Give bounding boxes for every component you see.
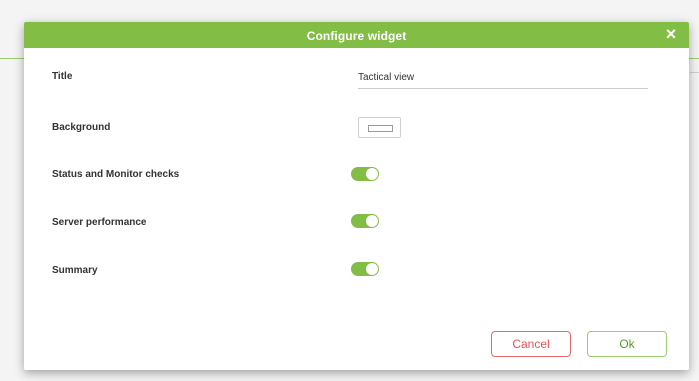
status-monitor-checks-toggle[interactable]	[351, 167, 379, 181]
toggle-knob	[366, 263, 378, 275]
cancel-button[interactable]: Cancel	[491, 331, 571, 357]
status-monitor-checks-label: Status and Monitor checks	[52, 169, 180, 180]
server-performance-toggle[interactable]	[351, 214, 379, 228]
background-label: Background	[52, 122, 111, 133]
summary-toggle[interactable]	[351, 262, 379, 276]
title-input[interactable]	[358, 66, 648, 89]
ok-button[interactable]: Ok	[587, 331, 667, 357]
background-color-swatch	[368, 125, 393, 132]
toggle-knob	[366, 168, 378, 180]
title-label: Title	[52, 71, 73, 82]
toggle-knob	[366, 215, 378, 227]
close-icon[interactable]: ×	[663, 25, 679, 43]
summary-label: Summary	[52, 265, 98, 276]
dialog-header: Configure widget ×	[24, 22, 689, 48]
backdrop-divider-right	[690, 72, 699, 73]
server-performance-label: Server performance	[52, 217, 147, 228]
background-color-picker[interactable]	[358, 117, 401, 138]
dialog-title: Configure widget	[306, 29, 407, 43]
configure-widget-dialog: Configure widget × Title Background Stat…	[24, 22, 689, 370]
